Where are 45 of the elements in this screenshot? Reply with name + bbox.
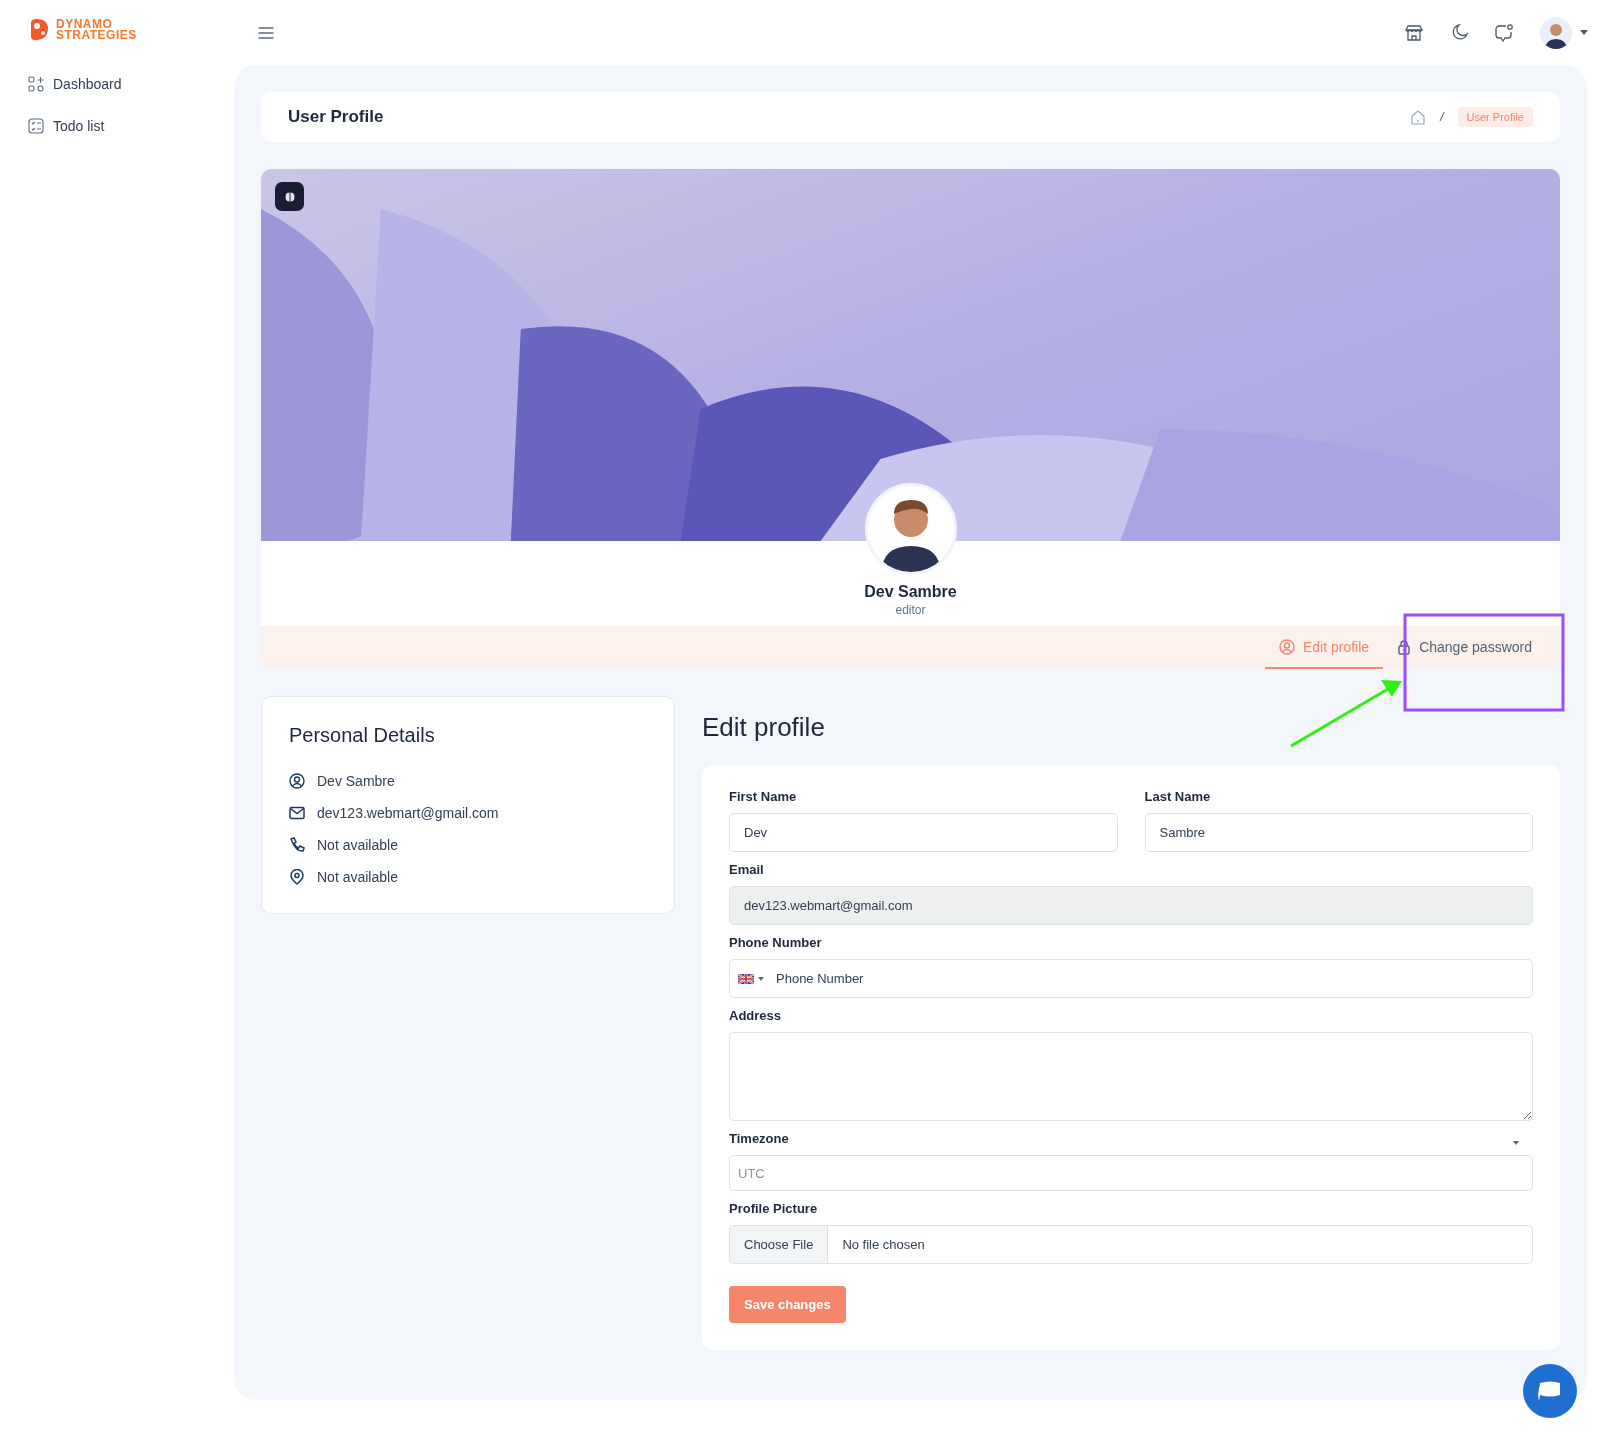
user-icon	[289, 773, 305, 789]
input-field[interactable]: Sambre	[1144, 813, 1533, 852]
user-avatar[interactable]	[1540, 16, 1572, 49]
field-label: Address	[729, 1008, 782, 1023]
field-label: Last Name	[1144, 789, 1211, 804]
breadcrumb-separator: /	[1440, 110, 1444, 124]
input-field: dev123.webmart@gmail.com	[729, 886, 1533, 925]
phone-icon	[289, 837, 305, 853]
phone-field[interactable]: Phone Number	[729, 959, 1533, 998]
field-label: Profile Picture	[729, 1201, 818, 1216]
input-field[interactable]: Dev	[729, 813, 1118, 852]
field-label: Phone Number	[729, 935, 822, 950]
field-label: First Name	[729, 789, 797, 804]
sidebar-item[interactable]: Dashboard	[28, 76, 122, 92]
user-icon	[1279, 638, 1295, 655]
page-title: User Profile	[288, 107, 384, 127]
detail-text: Dev Sambre	[317, 773, 395, 789]
field-label: Timezone	[729, 1131, 789, 1146]
grid-icon	[28, 76, 44, 92]
detail-text: Not available	[317, 869, 398, 885]
address-field[interactable]	[729, 1032, 1533, 1121]
file-status: No file chosen	[841, 1237, 925, 1252]
mail-icon	[289, 806, 305, 820]
flag-icon[interactable]	[738, 973, 764, 984]
detail-text: Not available	[317, 837, 398, 853]
file-field[interactable]: Choose File No file chosen	[729, 1225, 1533, 1264]
field-label: Email	[729, 862, 764, 877]
profile-role: editor	[895, 603, 926, 617]
caret-icon[interactable]	[1513, 1140, 1519, 1145]
caret-icon[interactable]	[1580, 30, 1588, 35]
card-title: Personal Details	[289, 724, 436, 747]
detail-text: dev123.webmart@gmail.com	[317, 805, 499, 821]
brain-icon[interactable]	[275, 182, 304, 211]
profile-tab[interactable]: Change password	[1383, 626, 1546, 669]
section-heading: Edit profile	[702, 712, 826, 743]
location-pin-icon	[289, 869, 305, 885]
menu-icon[interactable]	[258, 26, 274, 39]
profile-name: Dev Sambre	[864, 583, 957, 601]
choose-file-button[interactable]: Choose File	[730, 1226, 829, 1263]
sidebar-item[interactable]: Todo list	[28, 118, 105, 134]
store-icon[interactable]	[1404, 23, 1424, 42]
checklist-icon	[28, 118, 44, 134]
moon-icon[interactable]	[1450, 23, 1468, 42]
chat-icon[interactable]	[1494, 22, 1514, 43]
lock-icon	[1397, 638, 1412, 655]
